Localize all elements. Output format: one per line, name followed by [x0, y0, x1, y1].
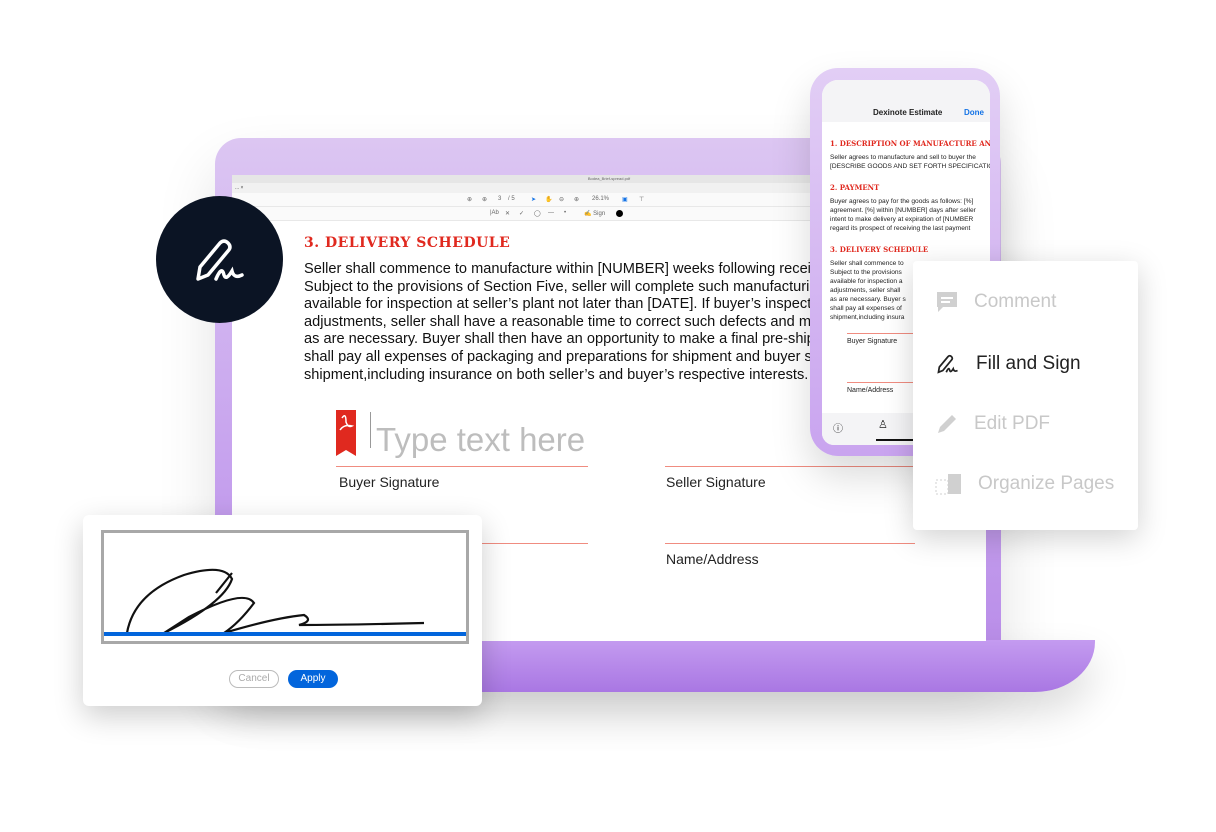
phone-title: Dexinote Estimate [873, 108, 943, 117]
phone-paragraph: Buyer agrees to pay for the goods as fol… [830, 197, 976, 233]
fill-sign-icon [195, 238, 244, 281]
color-picker[interactable] [616, 210, 623, 217]
zoom-in-icon[interactable]: ⊕ [574, 196, 579, 203]
comment-icon [937, 292, 957, 312]
paragraph-line: Seller shall commence to manufacture wit… [304, 261, 824, 277]
pencil-icon [938, 415, 956, 433]
organize-pages-icon [935, 474, 961, 495]
signature-canvas[interactable] [101, 530, 469, 644]
prev-page-icon[interactable]: ⊕ [467, 196, 472, 203]
text-field[interactable]: Type text here [376, 421, 585, 459]
phone-line: Seller shall commence to [830, 260, 904, 267]
active-tab-indicator [876, 439, 916, 441]
menu-item-label: Edit PDF [974, 413, 1051, 434]
seller-name-line [665, 543, 915, 544]
phone-section-heading: 1. DESCRIPTION OF MANUFACTURE AND [830, 139, 990, 148]
dot-tool-icon[interactable]: • [564, 210, 566, 216]
menu-item-label: Fill and Sign [976, 353, 1081, 374]
help-icon[interactable]: ⓘ [833, 420, 843, 435]
menu-item-organize-pages[interactable]: Organize Pages [935, 472, 1114, 496]
phone-line: adjustments, seller shall [830, 287, 901, 294]
paragraph-line: shall pay all expenses of packaging and … [304, 348, 835, 365]
next-page-icon[interactable]: ⊕ [482, 196, 487, 203]
phone-line: shall pay all expenses of [830, 305, 902, 312]
user-icon[interactable]: ♙ [878, 418, 888, 431]
section-heading: 3. DELIVERY SCHEDULE [304, 235, 511, 251]
zoom-out-icon[interactable]: ⊖ [559, 196, 564, 203]
page-number-input[interactable]: 3 [498, 196, 501, 202]
phone-line: regard its prospect of receiving the las… [830, 225, 971, 232]
seller-signature-line [665, 466, 915, 467]
phone-line: Subject to the provisions [830, 269, 902, 276]
phone-name-address-label: Name/Address [847, 387, 894, 394]
acrobat-bookmark-icon [336, 410, 356, 456]
line-tool-icon[interactable]: — [548, 210, 554, 216]
text-tool-icon[interactable]: |Ab [490, 210, 499, 216]
menu-item-label: Comment [974, 291, 1057, 312]
check-tool-icon[interactable]: ✓ [519, 210, 524, 217]
paragraph-line: available for inspection at seller’s pla… [304, 296, 831, 313]
cancel-button[interactable]: Cancel [229, 670, 279, 688]
stamp-icon[interactable]: ⊤ [639, 196, 644, 203]
phone-line: available for inspection a [830, 278, 903, 285]
section-paragraph: Seller shall commence to manufacture wit… [304, 261, 847, 384]
phone-paragraph: Seller shall commence to Subject to the … [830, 259, 906, 322]
phone-line: Buyer agrees to pay for the goods as fol… [830, 198, 974, 205]
apply-button[interactable]: Apply [288, 670, 338, 688]
signature-dialog: Cancel Apply [83, 515, 482, 706]
sign-label: Sign [593, 211, 606, 217]
phone-buyer-signature-label: Buyer Signature [847, 338, 898, 345]
phone-line: agreement. [%] within [NUMBER] days afte… [830, 207, 976, 214]
seller-signature-label: Seller Signature [666, 474, 766, 490]
page-tools-icon[interactable]: ▣ [622, 196, 628, 203]
text-cursor [370, 412, 371, 448]
ellipse-tool-icon[interactable]: ◯ [534, 210, 541, 217]
sign-button[interactable]: ✍ Sign [584, 210, 605, 217]
paragraph-line: shipment,including insurance on both sel… [304, 366, 809, 383]
phone-line: as are necessary. Buyer s [830, 296, 906, 303]
phone-line: intent to make delivery at expiration of… [830, 216, 974, 223]
fill-sign-badge [156, 196, 283, 323]
menu-item-fill-and-sign[interactable]: Fill and Sign [935, 352, 1081, 376]
page-total: / 5 [508, 196, 515, 202]
buyer-signature-line [336, 466, 588, 467]
menu-item-label: Organize Pages [978, 473, 1115, 494]
select-tool-icon[interactable]: ➤ [531, 196, 536, 203]
buyer-signature-label: Buyer Signature [339, 474, 440, 490]
paragraph-line: Subject to the provisions of Section Fiv… [304, 278, 826, 295]
handwritten-signature [104, 568, 466, 636]
paragraph-line: as are necessary. Buyer shall then have … [304, 331, 848, 348]
paragraph-line: adjustments, seller shall have a reasona… [304, 313, 835, 330]
menu-item-comment[interactable]: Comment [935, 290, 1056, 314]
tab-label: ... [235, 185, 240, 191]
hand-tool-icon[interactable]: ✋ [545, 196, 552, 203]
name-address-label: Name/Address [666, 551, 759, 567]
cross-tool-icon[interactable]: ✕ [505, 210, 510, 217]
phone-header: Dexinote Estimate Done [822, 80, 990, 122]
phone-line: shipment,including insura [830, 314, 905, 321]
tools-menu: Comment Fill and Sign Edit PDF Organize … [913, 261, 1138, 530]
zoom-select[interactable]: 26.1% [592, 196, 609, 202]
phone-section-heading: 3. DELIVERY SCHEDULE [830, 245, 929, 254]
phone-line: Seller agrees to manufacture and sell to… [830, 154, 976, 161]
phone-line: [DESCRIBE GOODS AND SET FORTH SPECIFICAT… [830, 163, 990, 170]
menu-item-edit-pdf[interactable]: Edit PDF [935, 412, 1050, 436]
phone-section-heading: 2. PAYMENT [830, 183, 880, 192]
phone-paragraph: Seller agrees to manufacture and sell to… [830, 153, 990, 171]
done-button[interactable]: Done [964, 108, 984, 117]
fill-sign-icon [937, 354, 958, 374]
